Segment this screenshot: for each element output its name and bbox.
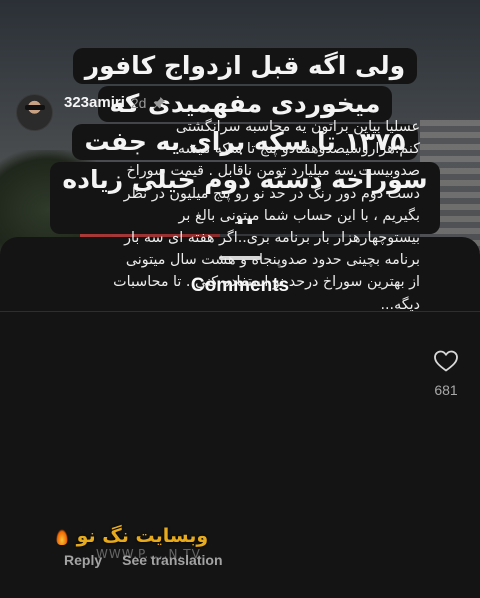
comment-line: صدوبیست سه میلیارد تومن ناقابل . قیمت سو…: [126, 163, 420, 180]
comment-header: 323amiri 2d: [64, 94, 166, 111]
comment-line: کنم.هزاروسیصدوهفتادو پنج تا سکه میشه: [177, 141, 420, 158]
comment-line: از بهترین سوراخ درحد نو استفاده کنی . تا…: [113, 274, 420, 291]
heart-icon[interactable]: [433, 349, 459, 373]
comment-text: عسلیا بیاین براتون یه محاسبه سرانگشتی کن…: [58, 116, 420, 316]
comment-time: 2d: [130, 94, 147, 111]
comment-line: عسلیا بیاین براتون یه محاسبه سرانگشتی: [175, 119, 420, 135]
reply-button[interactable]: Reply: [64, 552, 102, 568]
comment-line: دیگه...: [380, 296, 420, 313]
comment-line: دست دوم دور رنگ در حد نو رو پنج میلیون د…: [123, 185, 420, 202]
pin-icon: [152, 96, 166, 110]
like-count: 681: [434, 382, 458, 398]
comment-username[interactable]: 323amiri: [64, 94, 125, 111]
comment-line: بیستوچهارهزار بار برنامه بری..اگر هفته ا…: [124, 230, 420, 247]
watermark-text: وبسایت نگ نو: [76, 525, 209, 547]
comment-line: بگیریم ، با این حساب شما میتونی بالغ بر: [178, 207, 420, 224]
caption-line: ولی اگه قبل ازدواج کافور: [72, 48, 418, 84]
see-translation-button[interactable]: See translation: [122, 552, 222, 568]
comment-actions: Reply See translation: [64, 552, 223, 568]
fire-icon: [56, 528, 68, 545]
avatar[interactable]: [16, 94, 53, 131]
watermark-logo: وبسایت نگ نو: [54, 525, 208, 547]
comment-line: برنامه بچینی حدود صدوپنجاه و هشت سال میت…: [125, 252, 420, 269]
